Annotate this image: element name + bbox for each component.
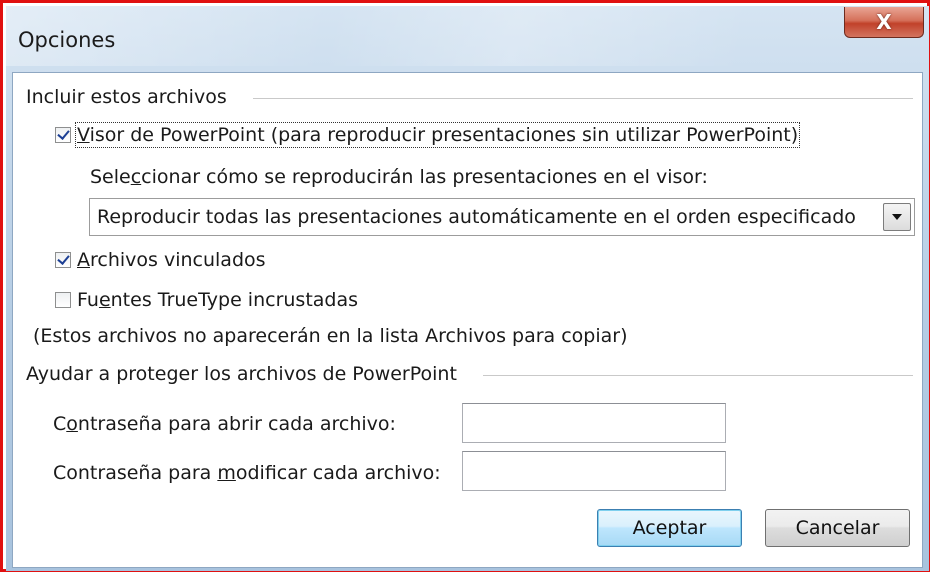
chevron-down-icon [892, 214, 902, 220]
modify-password-field[interactable] [462, 451, 726, 491]
window-frame: Opciones X Incluir estos archivos Visor … [0, 0, 930, 572]
dialog-client-area: Incluir estos archivos Visor de PowerPoi… [12, 72, 923, 568]
linked-files-checkbox[interactable] [55, 252, 71, 268]
truetype-fonts-label: Fuentes TrueType incrustadas [77, 289, 359, 311]
truetype-fonts-checkbox[interactable] [55, 292, 71, 308]
group-divider [483, 375, 913, 377]
open-password-field[interactable] [462, 403, 726, 443]
playback-mode-value: Reproducir todas las presentaciones auto… [97, 206, 856, 228]
files-note: (Estos archivos no aparecerán en la list… [33, 325, 628, 347]
viewer-checkbox-row[interactable]: Visor de PowerPoint (para reproducir pre… [55, 122, 801, 148]
ok-button[interactable]: Aceptar [597, 509, 742, 547]
linked-files-label: Archivos vinculados [77, 249, 266, 271]
dialog-chrome: Opciones X Incluir estos archivos Visor … [6, 6, 929, 571]
playback-prompt-label: Sele c cionar cómo se reproducirán las pre… [90, 166, 708, 188]
modify-password-label: Contraseña para modificar cada archivo: [53, 462, 441, 484]
truetype-fonts-checkbox-row[interactable]: Fuentes TrueType incrustadas [55, 289, 358, 311]
cancel-button[interactable]: Cancelar [765, 509, 910, 547]
include-files-group-label: Incluir estos archivos [26, 86, 233, 108]
dropdown-button[interactable] [883, 203, 911, 231]
group-divider [253, 98, 913, 100]
dialog-title: Opciones [18, 28, 116, 52]
playback-mode-select[interactable]: Reproducir todas las presentaciones auto… [89, 198, 915, 236]
close-button[interactable]: X [844, 7, 924, 38]
viewer-checkbox-label: Visor de PowerPoint (para reproducir pre… [74, 122, 801, 148]
protect-group-label: Ayudar a proteger los archivos de PowerP… [26, 363, 463, 385]
linked-files-checkbox-row[interactable]: Archivos vinculados [55, 249, 266, 271]
open-password-label: Contraseña para abrir cada archivo: [53, 413, 396, 435]
viewer-checkbox[interactable] [55, 127, 71, 143]
close-icon: X [876, 10, 892, 34]
